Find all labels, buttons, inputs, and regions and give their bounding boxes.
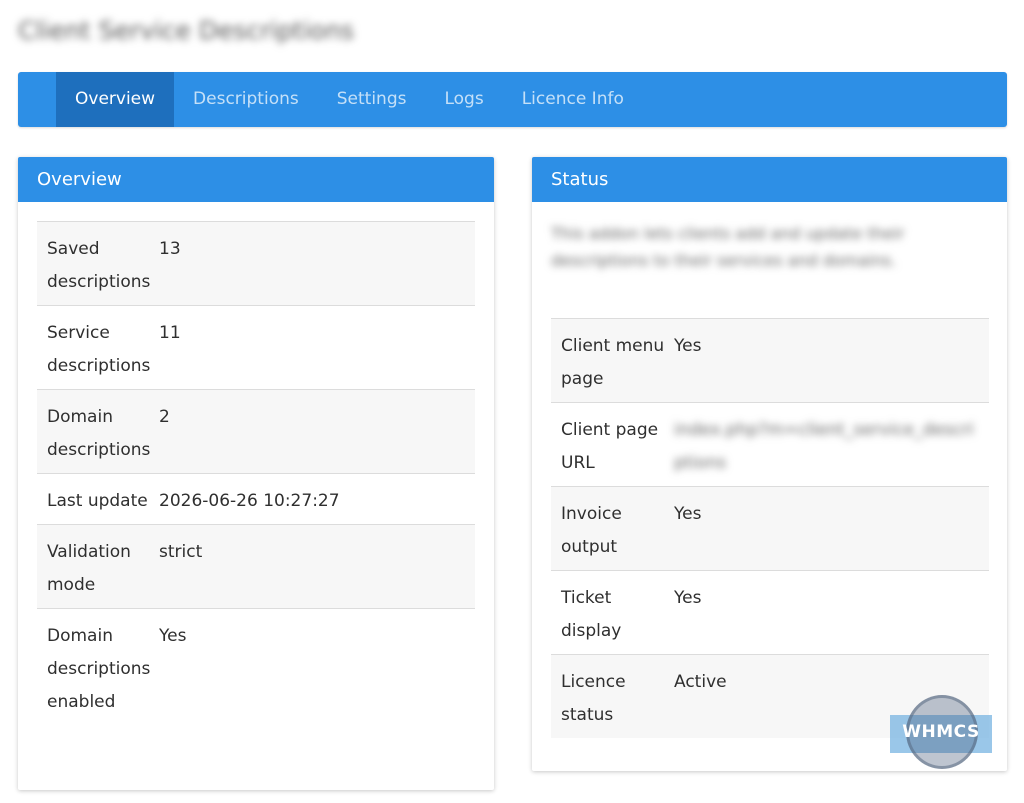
row-value: Yes: [674, 318, 989, 403]
table-row: Last update 2026-06-26 10:27:27: [37, 473, 475, 525]
table-row: Domain descriptions enabled Yes: [37, 608, 475, 725]
row-label: Licence status: [551, 654, 674, 738]
table-row: Client menu page Yes: [551, 318, 989, 403]
tab-descriptions[interactable]: Descriptions: [174, 72, 318, 127]
table-row: Client page URL index.php?m=client_servi…: [551, 402, 989, 487]
row-value: 2: [159, 389, 475, 474]
row-label: Service descriptions: [37, 305, 159, 390]
page-title: Client Service Descriptions: [18, 16, 355, 45]
status-panel: Status This addon lets clients add and u…: [532, 157, 1007, 771]
status-panel-title: Status: [532, 157, 1007, 202]
tab-overview[interactable]: Overview: [56, 72, 175, 127]
row-label: Last update: [37, 473, 159, 525]
row-label: Domain descriptions enabled: [37, 608, 159, 725]
row-value: 11: [159, 305, 475, 390]
table-row: Service descriptions 11: [37, 305, 475, 390]
row-value: 13: [159, 221, 475, 306]
whmcs-watermark: WHMCS: [890, 695, 992, 773]
overview-panel-title: Overview: [18, 157, 494, 202]
overview-panel: Overview Saved descriptions 13 Service d…: [18, 157, 494, 790]
client-page-url-link[interactable]: index.php?m=client_service_descriptions: [674, 402, 989, 487]
table-row: Ticket display Yes: [551, 570, 989, 655]
tab-settings[interactable]: Settings: [318, 72, 426, 127]
row-value: 2026-06-26 10:27:27: [159, 473, 475, 525]
tab-licence-info[interactable]: Licence Info: [503, 72, 643, 127]
table-row: Invoice output Yes: [551, 486, 989, 571]
row-value: Yes: [674, 570, 989, 655]
row-value: Yes: [674, 486, 989, 571]
row-value: strict: [159, 524, 475, 609]
row-label: Invoice output: [551, 486, 674, 571]
top-nav: Overview Descriptions Settings Logs Lice…: [18, 72, 1007, 127]
table-row: Domain descriptions 2: [37, 389, 475, 474]
row-label: Validation mode: [37, 524, 159, 609]
row-label: Client menu page: [551, 318, 674, 403]
tab-logs[interactable]: Logs: [425, 72, 502, 127]
row-label: Client page URL: [551, 402, 674, 487]
overview-table: Saved descriptions 13 Service descriptio…: [37, 221, 475, 725]
row-label: Saved descriptions: [37, 221, 159, 306]
row-value: Yes: [159, 608, 475, 725]
row-label: Domain descriptions: [37, 389, 159, 474]
status-table: Client menu page Yes Client page URL ind…: [551, 318, 989, 738]
row-label: Ticket display: [551, 570, 674, 655]
table-row: Validation mode strict: [37, 524, 475, 609]
status-description: This addon lets clients add and update t…: [551, 224, 905, 270]
table-row: Saved descriptions 13: [37, 221, 475, 306]
watermark-text: WHMCS: [902, 722, 980, 742]
